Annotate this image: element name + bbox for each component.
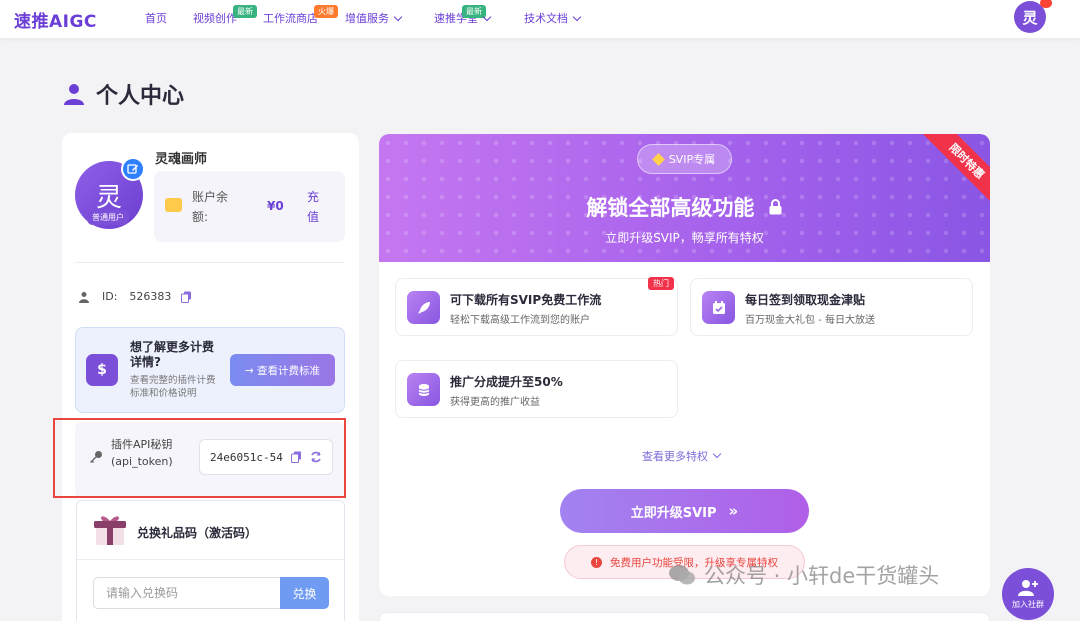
nav-video-create-label: 视频创作 [193,12,237,25]
billing-subtitle: 查看完整的插件计费标准和价格说明 [130,375,216,399]
add-user-icon [1018,579,1038,596]
chevron-down-icon [482,12,492,22]
watermark-text: 公众号 · 小轩de干货罐头 [704,564,940,588]
billing-info-box: $ 想了解更多计费详情? 查看完整的插件计费标准和价格说明 → 查看计费标准 [75,327,345,413]
feature-daily-checkin: 每日签到领取现金津贴 百万现金大礼包 - 每日大放送 [690,278,973,336]
person-icon [79,291,89,303]
upgrade-svip-button[interactable]: 立即升级SVIP » [560,489,809,533]
gift-icon [94,516,126,545]
nav-home[interactable]: 首页 [145,10,167,26]
recharge-link[interactable]: 充值 [307,187,321,227]
lock-icon [769,199,782,215]
dollar-doc-icon: $ [86,354,118,386]
view-pricing-button[interactable]: → 查看计费标准 [230,354,335,386]
chevron-down-icon [712,449,722,459]
nav-academy[interactable]: 最新 速推学堂 [434,5,492,26]
nav-home-label: 首页 [145,12,167,25]
join-community-label: 加入社群 [1012,599,1044,609]
id-value: 526383 [129,290,172,303]
notification-dot [1040,0,1052,8]
watermark: 公众号 · 小轩de干货罐头 [668,560,939,590]
gift-code-input[interactable]: 请输入兑换码 [93,577,281,609]
balance-label: 账户余额: [192,190,229,224]
nav-badge-hot: 火爆 [314,5,338,18]
feature-download-workflows: 可下载所有SVIP免费工作流 轻松下载高级工作流到您的账户 热门 [395,277,678,336]
top-navbar: 速推AIGC 首页 最新 视频创作 火爆 工作流商店 增值服务 最新 速推学堂 … [0,0,1080,38]
view-more-label: 查看更多特权 [642,450,708,463]
page-title-text: 个人中心 [96,84,185,109]
nav-badge-new: 最新 [233,5,257,18]
nav-video-create[interactable]: 最新 视频创作 [193,5,257,26]
chevron-down-icon [393,12,403,22]
highlight-rectangle [53,418,346,498]
feature-desc: 获得更高的推广收益 [450,397,540,408]
diamond-icon [651,152,665,166]
id-label: ID: [102,290,118,303]
svip-headline-text: 解锁全部高级功能 [586,196,755,220]
upgrade-svip-label: 立即升级SVIP [630,505,717,521]
edit-icon [127,164,138,174]
hot-tag: 热门 [648,277,674,290]
page-title: 个人中心 [62,78,184,110]
feature-desc: 百万现金大礼包 - 每日大放送 [745,315,875,326]
redeem-button[interactable]: 兑换 [280,577,329,609]
join-community-button[interactable]: 加入社群 [1002,568,1054,620]
nav-tech-docs[interactable]: 技术文档 [524,10,582,26]
feature-desc: 轻松下载高级工作流到您的账户 [450,315,590,326]
nav-workflow-store[interactable]: 火爆 工作流商店 [263,5,338,26]
site-logo[interactable]: 速推AIGC [14,7,97,32]
nav-value-services-label: 增值服务 [345,12,389,25]
coins-icon [407,373,440,406]
svip-banner: SVIP专属 解锁全部高级功能 立即升级SVIP，畅享所有特权 [379,134,990,262]
nav-tech-docs-label: 技术文档 [524,12,568,25]
profile-card: 灵 普通用户 灵魂画师 账户余额: ¥0 充值 ID: 526383 $ 想了解… [62,133,359,621]
copy-icon[interactable] [181,291,192,303]
edit-profile-button[interactable] [121,157,145,181]
svip-headline: 解锁全部高级功能 [379,192,990,222]
balance-box: 账户余额: ¥0 充值 [154,171,345,242]
role-badge: 普通用户 [87,210,129,225]
wechat-icon [669,565,695,585]
nav-workflow-store-label: 工作流商店 [263,12,318,25]
username: 灵魂画师 [155,152,208,167]
billing-title: 想了解更多计费详情? [130,340,215,369]
user-icon [64,84,84,105]
nav-value-services[interactable]: 增值服务 [345,10,403,26]
rocket-icon [407,291,440,324]
wallet-icon [165,198,182,212]
gift-code-box: 兑换礼品码（激活码） 请输入兑换码 兑换 [76,500,345,621]
calendar-check-icon [702,291,735,324]
svip-exclusive-pill: SVIP专属 [637,144,732,174]
feature-title: 每日签到领取现金津贴 [745,293,866,307]
divider [75,262,345,263]
user-id-row: ID: 526383 [78,290,192,303]
feature-title: 可下载所有SVIP免费工作流 [450,293,602,307]
svip-pill-label: SVIP专属 [668,153,716,166]
balance-amount: ¥0 [267,199,284,213]
view-more-privileges[interactable]: 查看更多特权 [642,448,722,464]
gift-code-title: 兑换礼品码（激活码） [137,526,258,540]
alert-icon: ! [591,556,602,568]
divider [77,559,344,560]
svip-subheadline: 立即升级SVIP，畅享所有特权 [605,231,764,245]
chevron-down-icon [572,12,582,22]
feature-promo-share: 推广分成提升至50% 获得更高的推广收益 [395,360,678,418]
double-chevron-right-icon: » [728,502,739,520]
feature-title: 推广分成提升至50% [450,375,563,389]
svip-card: SVIP专属 解锁全部高级功能 立即升级SVIP，畅享所有特权 限时特惠 可下载… [379,134,990,596]
next-card-edge [379,612,990,621]
